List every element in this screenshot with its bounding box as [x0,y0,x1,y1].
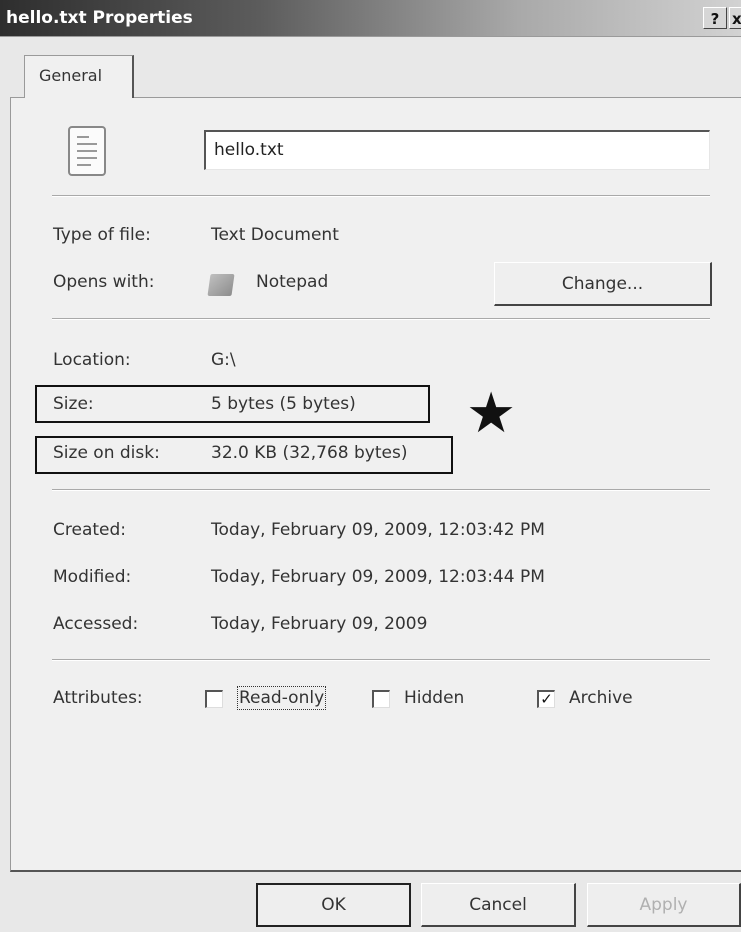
opens-with-label: Opens with: [53,272,155,292]
checkmark-icon: ✓ [540,690,553,708]
location-label: Location: [53,350,131,370]
notepad-icon [207,274,235,296]
help-button[interactable]: ? [703,7,727,29]
tab-general-label: General [39,66,103,85]
accessed-value: Today, February 09, 2009 [211,614,428,634]
archive-label[interactable]: Archive [569,688,633,708]
modified-value: Today, February 09, 2009, 12:03:44 PM [211,567,545,587]
apply-button[interactable]: Apply [587,883,741,927]
size-on-disk-value: 32.0 KB (32,768 bytes) [211,443,408,463]
read-only-checkbox[interactable] [205,690,223,708]
tab-general[interactable]: General [24,55,134,98]
separator [52,195,710,197]
star-icon: ★ [466,381,517,446]
cancel-button[interactable]: Cancel [421,883,576,927]
file-name-input[interactable]: hello.txt [204,130,710,170]
window-title: hello.txt Properties [6,8,193,28]
modified-label: Modified: [53,567,132,587]
attributes-label: Attributes: [53,688,143,708]
hidden-checkbox[interactable] [372,690,390,708]
accessed-label: Accessed: [53,614,139,634]
archive-checkbox[interactable]: ✓ [537,690,555,708]
general-panel [10,97,741,872]
size-label: Size: [53,394,94,414]
separator [52,318,710,320]
separator [52,489,710,491]
title-bar[interactable]: hello.txt Properties ? x [0,0,741,37]
type-of-file-label: Type of file: [53,225,151,245]
size-on-disk-label: Size on disk: [53,443,160,463]
type-of-file-value: Text Document [211,225,339,245]
text-file-icon [68,126,106,176]
opens-with-value: Notepad [256,272,329,292]
size-value: 5 bytes (5 bytes) [211,394,356,414]
ok-button[interactable]: OK [256,883,411,927]
read-only-label[interactable]: Read-only [236,686,327,710]
location-value: G:\ [211,350,236,370]
change-button[interactable]: Change... [494,262,712,306]
separator [52,659,710,661]
hidden-label[interactable]: Hidden [404,688,464,708]
close-button[interactable]: x [729,7,741,29]
created-label: Created: [53,520,127,540]
created-value: Today, February 09, 2009, 12:03:42 PM [211,520,545,540]
